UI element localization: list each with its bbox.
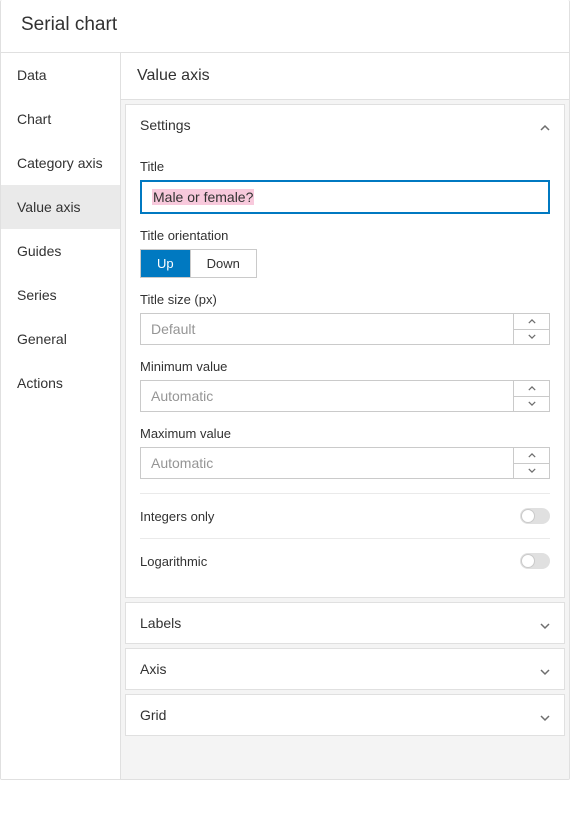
integers-only-switch[interactable] bbox=[520, 508, 550, 524]
title-size-stepper bbox=[140, 313, 550, 345]
chevron-down-icon bbox=[540, 664, 550, 674]
panel-header: Serial chart bbox=[1, 0, 569, 53]
sidebar-item-actions[interactable]: Actions bbox=[1, 361, 120, 405]
chevron-down-icon bbox=[540, 618, 550, 628]
minimum-stepper bbox=[140, 380, 550, 412]
section-settings-body: Title Male or female? Title orientation … bbox=[126, 159, 564, 597]
title-size-label: Title size (px) bbox=[140, 292, 550, 307]
section-labels: Labels bbox=[125, 602, 565, 644]
switch-knob bbox=[521, 509, 535, 523]
field-orientation: Title orientation Up Down bbox=[140, 228, 550, 278]
section-settings: Settings Title Male or female? Title ori… bbox=[125, 104, 565, 598]
title-size-increment-button[interactable] bbox=[514, 314, 549, 330]
section-axis-header[interactable]: Axis bbox=[126, 649, 564, 689]
section-settings-header[interactable]: Settings bbox=[126, 105, 564, 145]
title-input[interactable]: Male or female? bbox=[140, 180, 550, 214]
row-integers-only: Integers only bbox=[140, 494, 550, 538]
section-grid-header[interactable]: Grid bbox=[126, 695, 564, 735]
minimum-decrement-button[interactable] bbox=[514, 397, 549, 412]
sidebar-item-guides[interactable]: Guides bbox=[1, 229, 120, 273]
maximum-decrement-button[interactable] bbox=[514, 464, 549, 479]
section-labels-title: Labels bbox=[140, 615, 181, 631]
sidebar-item-series[interactable]: Series bbox=[1, 273, 120, 317]
minimum-input[interactable] bbox=[141, 381, 513, 411]
orientation-label: Title orientation bbox=[140, 228, 550, 243]
main-title: Value axis bbox=[121, 53, 569, 100]
orientation-toggle: Up Down bbox=[140, 249, 257, 278]
logarithmic-switch[interactable] bbox=[520, 553, 550, 569]
title-label: Title bbox=[140, 159, 550, 174]
sidebar-item-category-axis[interactable]: Category axis bbox=[1, 141, 120, 185]
minimum-increment-button[interactable] bbox=[514, 381, 549, 397]
logarithmic-label: Logarithmic bbox=[140, 554, 207, 569]
section-grid-title: Grid bbox=[140, 707, 166, 723]
section-axis: Axis bbox=[125, 648, 565, 690]
title-size-stepper-buttons bbox=[513, 314, 549, 344]
orientation-down-button[interactable]: Down bbox=[191, 250, 256, 277]
title-size-decrement-button[interactable] bbox=[514, 330, 549, 345]
panel-body: Data Chart Category axis Value axis Guid… bbox=[1, 53, 569, 779]
integers-only-label: Integers only bbox=[140, 509, 214, 524]
sections-container: Settings Title Male or female? Title ori… bbox=[121, 100, 569, 779]
section-axis-title: Axis bbox=[140, 661, 166, 677]
section-settings-title: Settings bbox=[140, 117, 191, 133]
chevron-down-icon bbox=[540, 710, 550, 720]
row-logarithmic: Logarithmic bbox=[140, 538, 550, 583]
panel-title: Serial chart bbox=[21, 14, 549, 36]
chevron-up-icon bbox=[540, 120, 550, 130]
sidebar-item-value-axis[interactable]: Value axis bbox=[1, 185, 120, 229]
sidebar-item-general[interactable]: General bbox=[1, 317, 120, 361]
maximum-label: Maximum value bbox=[140, 426, 550, 441]
maximum-increment-button[interactable] bbox=[514, 448, 549, 464]
main-content: Value axis Settings Title Male or female… bbox=[121, 53, 569, 779]
sidebar-item-data[interactable]: Data bbox=[1, 53, 120, 97]
field-maximum: Maximum value bbox=[140, 426, 550, 479]
sidebar-item-chart[interactable]: Chart bbox=[1, 97, 120, 141]
field-title: Title Male or female? bbox=[140, 159, 550, 214]
field-title-size: Title size (px) bbox=[140, 292, 550, 345]
config-panel: Serial chart Data Chart Category axis Va… bbox=[0, 0, 570, 780]
switch-knob bbox=[521, 554, 535, 568]
maximum-input[interactable] bbox=[141, 448, 513, 478]
minimum-label: Minimum value bbox=[140, 359, 550, 374]
minimum-stepper-buttons bbox=[513, 381, 549, 411]
maximum-stepper-buttons bbox=[513, 448, 549, 478]
section-labels-header[interactable]: Labels bbox=[126, 603, 564, 643]
field-minimum: Minimum value bbox=[140, 359, 550, 412]
sidebar: Data Chart Category axis Value axis Guid… bbox=[1, 53, 121, 779]
maximum-stepper bbox=[140, 447, 550, 479]
title-size-input[interactable] bbox=[141, 314, 513, 344]
orientation-up-button[interactable]: Up bbox=[141, 250, 191, 277]
title-input-value: Male or female? bbox=[152, 189, 254, 205]
section-grid: Grid bbox=[125, 694, 565, 736]
